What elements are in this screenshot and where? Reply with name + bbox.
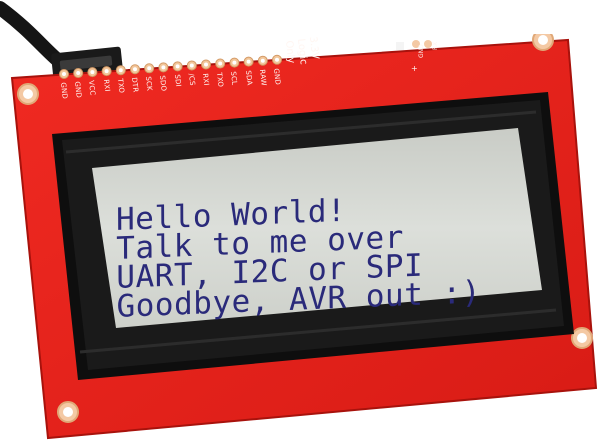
header-pin-label: SDA <box>243 69 254 86</box>
header-pin-hole <box>104 69 109 74</box>
header-pin-label: GND <box>59 82 69 100</box>
header-pin-label: DTR <box>130 77 140 94</box>
header-pin-label: GND <box>272 67 282 86</box>
header-pin-label: TXO <box>115 78 126 94</box>
led-label-rx-text: RX <box>432 41 439 50</box>
header-pin-label: RXI <box>201 72 211 86</box>
header-pin-hole <box>133 67 137 72</box>
header-pin-hole <box>147 66 152 71</box>
header-pin-label: TXO <box>215 71 225 88</box>
lcd-display-text: Hello World! Talk to me over UART, I2C o… <box>116 188 557 325</box>
header-pin-hole <box>90 70 95 75</box>
led-label-gnd: GND <box>418 44 425 58</box>
header-pin-label: RAW <box>257 68 268 86</box>
pcb-board: 3.3V Logic Only RX GND + GND GND VCC RXI TXO… <box>8 34 600 442</box>
header-pin-hole <box>76 71 81 76</box>
led-label-rx: RX <box>432 42 439 50</box>
header-pin-hole <box>218 61 223 66</box>
header-pin-hole <box>189 63 194 68</box>
lcd-board-photo: 3.3V Logic Only RX GND + GND GND VCC RXI TXO… <box>0 0 608 446</box>
header-pin-hole <box>275 57 279 62</box>
led-label-plus: + <box>411 64 418 73</box>
header-pin-hole <box>204 62 208 67</box>
header-pin-label: RXI <box>101 79 111 93</box>
only-word-wrap: Only <box>283 40 296 64</box>
led-label-plus-text: + <box>411 64 418 73</box>
header-pin-hole <box>175 64 180 69</box>
header-pin-hole <box>246 59 251 64</box>
header-pin-label: SDI <box>172 74 182 88</box>
logic-voltage-text: 3.3V <box>307 36 321 60</box>
header-pin-label: /CS <box>186 73 197 87</box>
header-pin-hole <box>62 72 66 76</box>
header-pin-hole <box>260 58 265 63</box>
led-label-gnd-text: GND <box>418 44 425 58</box>
header-pin-hole <box>161 65 166 70</box>
header-pin-hole <box>232 60 237 65</box>
only-word-text: Only <box>283 40 297 64</box>
header-pin-label: SCK <box>144 76 154 92</box>
header-pin-hole <box>118 68 123 73</box>
logic-level-label: 3.3V <box>307 36 320 60</box>
